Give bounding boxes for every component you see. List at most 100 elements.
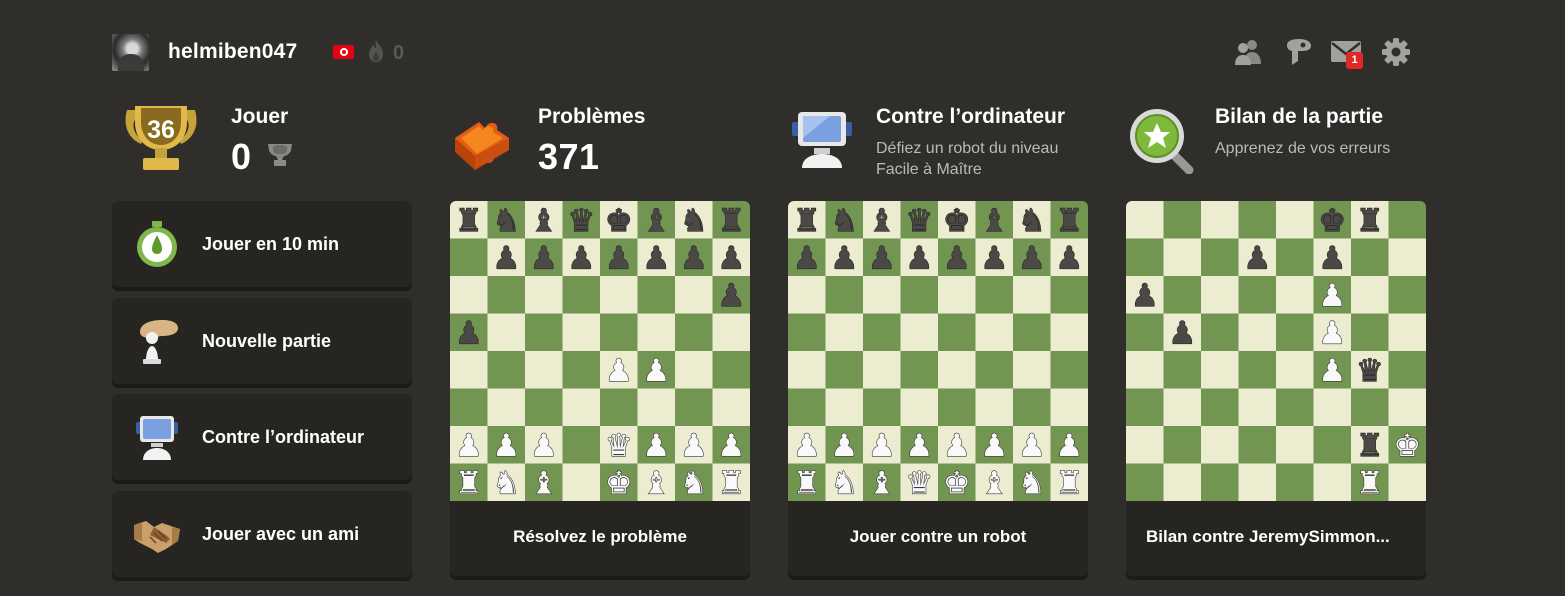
board-square xyxy=(1238,388,1277,427)
computer-subtitle-line2: Facile à Maître xyxy=(876,161,982,178)
black-pawn-piece: ♟ xyxy=(830,240,858,276)
board-square xyxy=(1388,238,1426,277)
vs-computer-button[interactable]: Contre l’ordinateur xyxy=(112,394,412,480)
white-knight-piece: ♞ xyxy=(1018,465,1046,501)
black-pawn-piece: ♟ xyxy=(980,240,1008,276)
board-square xyxy=(825,388,864,427)
black-rook-piece: ♜ xyxy=(455,203,483,239)
board-square xyxy=(1201,313,1239,352)
board-square xyxy=(825,313,864,352)
board-square xyxy=(863,313,901,352)
white-pawn-piece: ♟ xyxy=(980,428,1008,464)
white-rook-piece: ♜ xyxy=(717,465,745,501)
board-square xyxy=(525,276,563,314)
board-square xyxy=(1201,463,1239,501)
small-trophy-icon xyxy=(268,144,292,166)
white-pawn-piece: ♟ xyxy=(868,428,896,464)
computer-subtitle-line1: Défiez un robot du niveau xyxy=(876,140,1059,157)
board-square xyxy=(900,313,939,352)
white-pawn-piece: ♟ xyxy=(793,428,821,464)
board-square xyxy=(975,351,1014,389)
chessboard: ♜ ♞ ♝ ♛ ♚ ♝ ♞ ♜♟ ♟ ♟ ♟ ♟ ♟ ♟♟♟♟ ♟♟ ♟ ♟ ♛ ♟ ♟ ♟♜ ♞ ♝ ♚ ♝ ♞ ♜ xyxy=(450,201,750,501)
board-square xyxy=(1276,201,1314,239)
play-friend-button[interactable]: Jouer avec un ami xyxy=(112,491,412,577)
white-pawn-piece: ♟ xyxy=(530,428,558,464)
black-pawn-piece: ♟ xyxy=(793,240,821,276)
board-square xyxy=(450,388,488,427)
play-10-min-button[interactable]: Jouer en 10 min xyxy=(112,201,412,287)
white-rook-piece: ♜ xyxy=(793,465,821,501)
robot-card[interactable]: ♜ ♞ ♝ ♛ ♚ ♝ ♞ ♜ ♟ ♟ ♟ ♟ ♟ ♟ ♟ ♟ ♟ ♟ ♟ ♟ ♟ ♟ ♟ ♟ ♜ ♞ ♝ ♛ ♚ ♝ ♞ ♜ Jouer c… xyxy=(788,201,1088,576)
black-bishop-piece: ♝ xyxy=(980,203,1008,239)
board-square xyxy=(637,313,676,352)
board-square xyxy=(863,388,901,427)
friends-icon[interactable] xyxy=(1232,36,1264,68)
board-square xyxy=(1201,351,1239,389)
board-square xyxy=(1163,463,1202,501)
board-square xyxy=(1388,313,1426,352)
chessboard: ♜ ♞ ♝ ♛ ♚ ♝ ♞ ♜♟ ♟ ♟ ♟ ♟ ♟ ♟ ♟♟ ♟ ♟ ♟ ♟ ♟ ♟ ♟♜ ♞ ♝ ♛ ♚ ♝ ♞ ♜ xyxy=(788,201,1088,501)
board-square xyxy=(1126,351,1164,389)
board-square xyxy=(1276,388,1314,427)
black-bishop-piece: ♝ xyxy=(642,203,670,239)
board-square xyxy=(675,276,713,314)
puzzles-value: 371 xyxy=(538,136,600,177)
black-pawn-piece: ♟ xyxy=(642,240,670,276)
white-bishop-piece: ♝ xyxy=(980,465,1008,501)
white-pawn-piece: ♟ xyxy=(680,428,708,464)
computer-icon xyxy=(792,112,852,168)
board-square xyxy=(1238,201,1277,239)
puzzle-card[interactable]: ♜ ♞ ♝ ♛ ♚ ♝ ♞ ♜ ♟ ♟ ♟ ♟ ♟ ♟ ♟ ♟ ♟ ♟ ♟ ♟ ♟ ♟ ♛ ♟ ♟ ♟ ♜ ♞ ♝ ♚ ♝ ♞ ♜ Résolv… xyxy=(450,201,750,576)
white-bishop-piece: ♝ xyxy=(642,465,670,501)
board-square xyxy=(938,276,976,314)
board-square xyxy=(900,388,939,427)
board-square xyxy=(1276,463,1314,501)
board-square xyxy=(1013,276,1051,314)
board-square xyxy=(1126,463,1164,501)
board-square xyxy=(1238,426,1277,464)
board-square xyxy=(525,351,563,389)
board-square xyxy=(938,388,976,427)
board-square xyxy=(788,388,826,427)
settings-icon[interactable] xyxy=(1380,36,1412,68)
puzzle-rush-icon[interactable] xyxy=(1282,36,1314,68)
black-pawn-piece: ♟ xyxy=(680,240,708,276)
board-square xyxy=(562,388,601,427)
black-pawn-piece: ♟ xyxy=(492,240,520,276)
white-rook-piece: ♜ xyxy=(1356,465,1384,501)
board-square xyxy=(1050,388,1088,427)
black-pawn-piece: ♟ xyxy=(1131,278,1159,314)
magnifier-star-icon xyxy=(1130,109,1194,174)
review-card[interactable]: ♚ ♜ ♟ ♟ ♟ ♟ ♟ ♟ ♟ ♛ ♜ ♚ ♜ Bilan contre JeremySimmon.… xyxy=(1126,201,1426,576)
board-square xyxy=(900,351,939,389)
avatar[interactable] xyxy=(112,34,149,71)
board-square xyxy=(1351,313,1389,352)
board-square xyxy=(675,388,713,427)
board-square xyxy=(1313,426,1352,464)
stopwatch-icon xyxy=(137,221,177,267)
white-pawn-piece: ♟ xyxy=(642,428,670,464)
black-knight-piece: ♞ xyxy=(680,203,708,239)
white-rook-piece: ♜ xyxy=(455,465,483,501)
white-pawn-piece: ♟ xyxy=(642,353,670,389)
board-square xyxy=(487,276,526,314)
new-game-button[interactable]: Nouvelle partie xyxy=(112,298,412,384)
white-pawn-piece: ♟ xyxy=(492,428,520,464)
black-king-piece: ♚ xyxy=(1318,203,1346,239)
mail-badge: 1 xyxy=(1346,52,1363,69)
username[interactable]: helmiben047 xyxy=(168,40,297,64)
black-pawn-piece: ♟ xyxy=(868,240,896,276)
board-square xyxy=(1163,426,1202,464)
board-square xyxy=(450,351,488,389)
black-rook-piece: ♜ xyxy=(1356,428,1384,464)
board-square xyxy=(1238,276,1277,314)
board-square xyxy=(1126,388,1164,427)
black-pawn-piece: ♟ xyxy=(567,240,595,276)
white-bishop-piece: ♝ xyxy=(530,465,558,501)
board-square xyxy=(825,351,864,389)
flag-icon xyxy=(333,45,354,59)
board-square xyxy=(1013,388,1051,427)
white-pawn-piece: ♟ xyxy=(1055,428,1083,464)
board-square xyxy=(1126,201,1164,239)
puzzles-title: Problèmes xyxy=(538,105,646,128)
